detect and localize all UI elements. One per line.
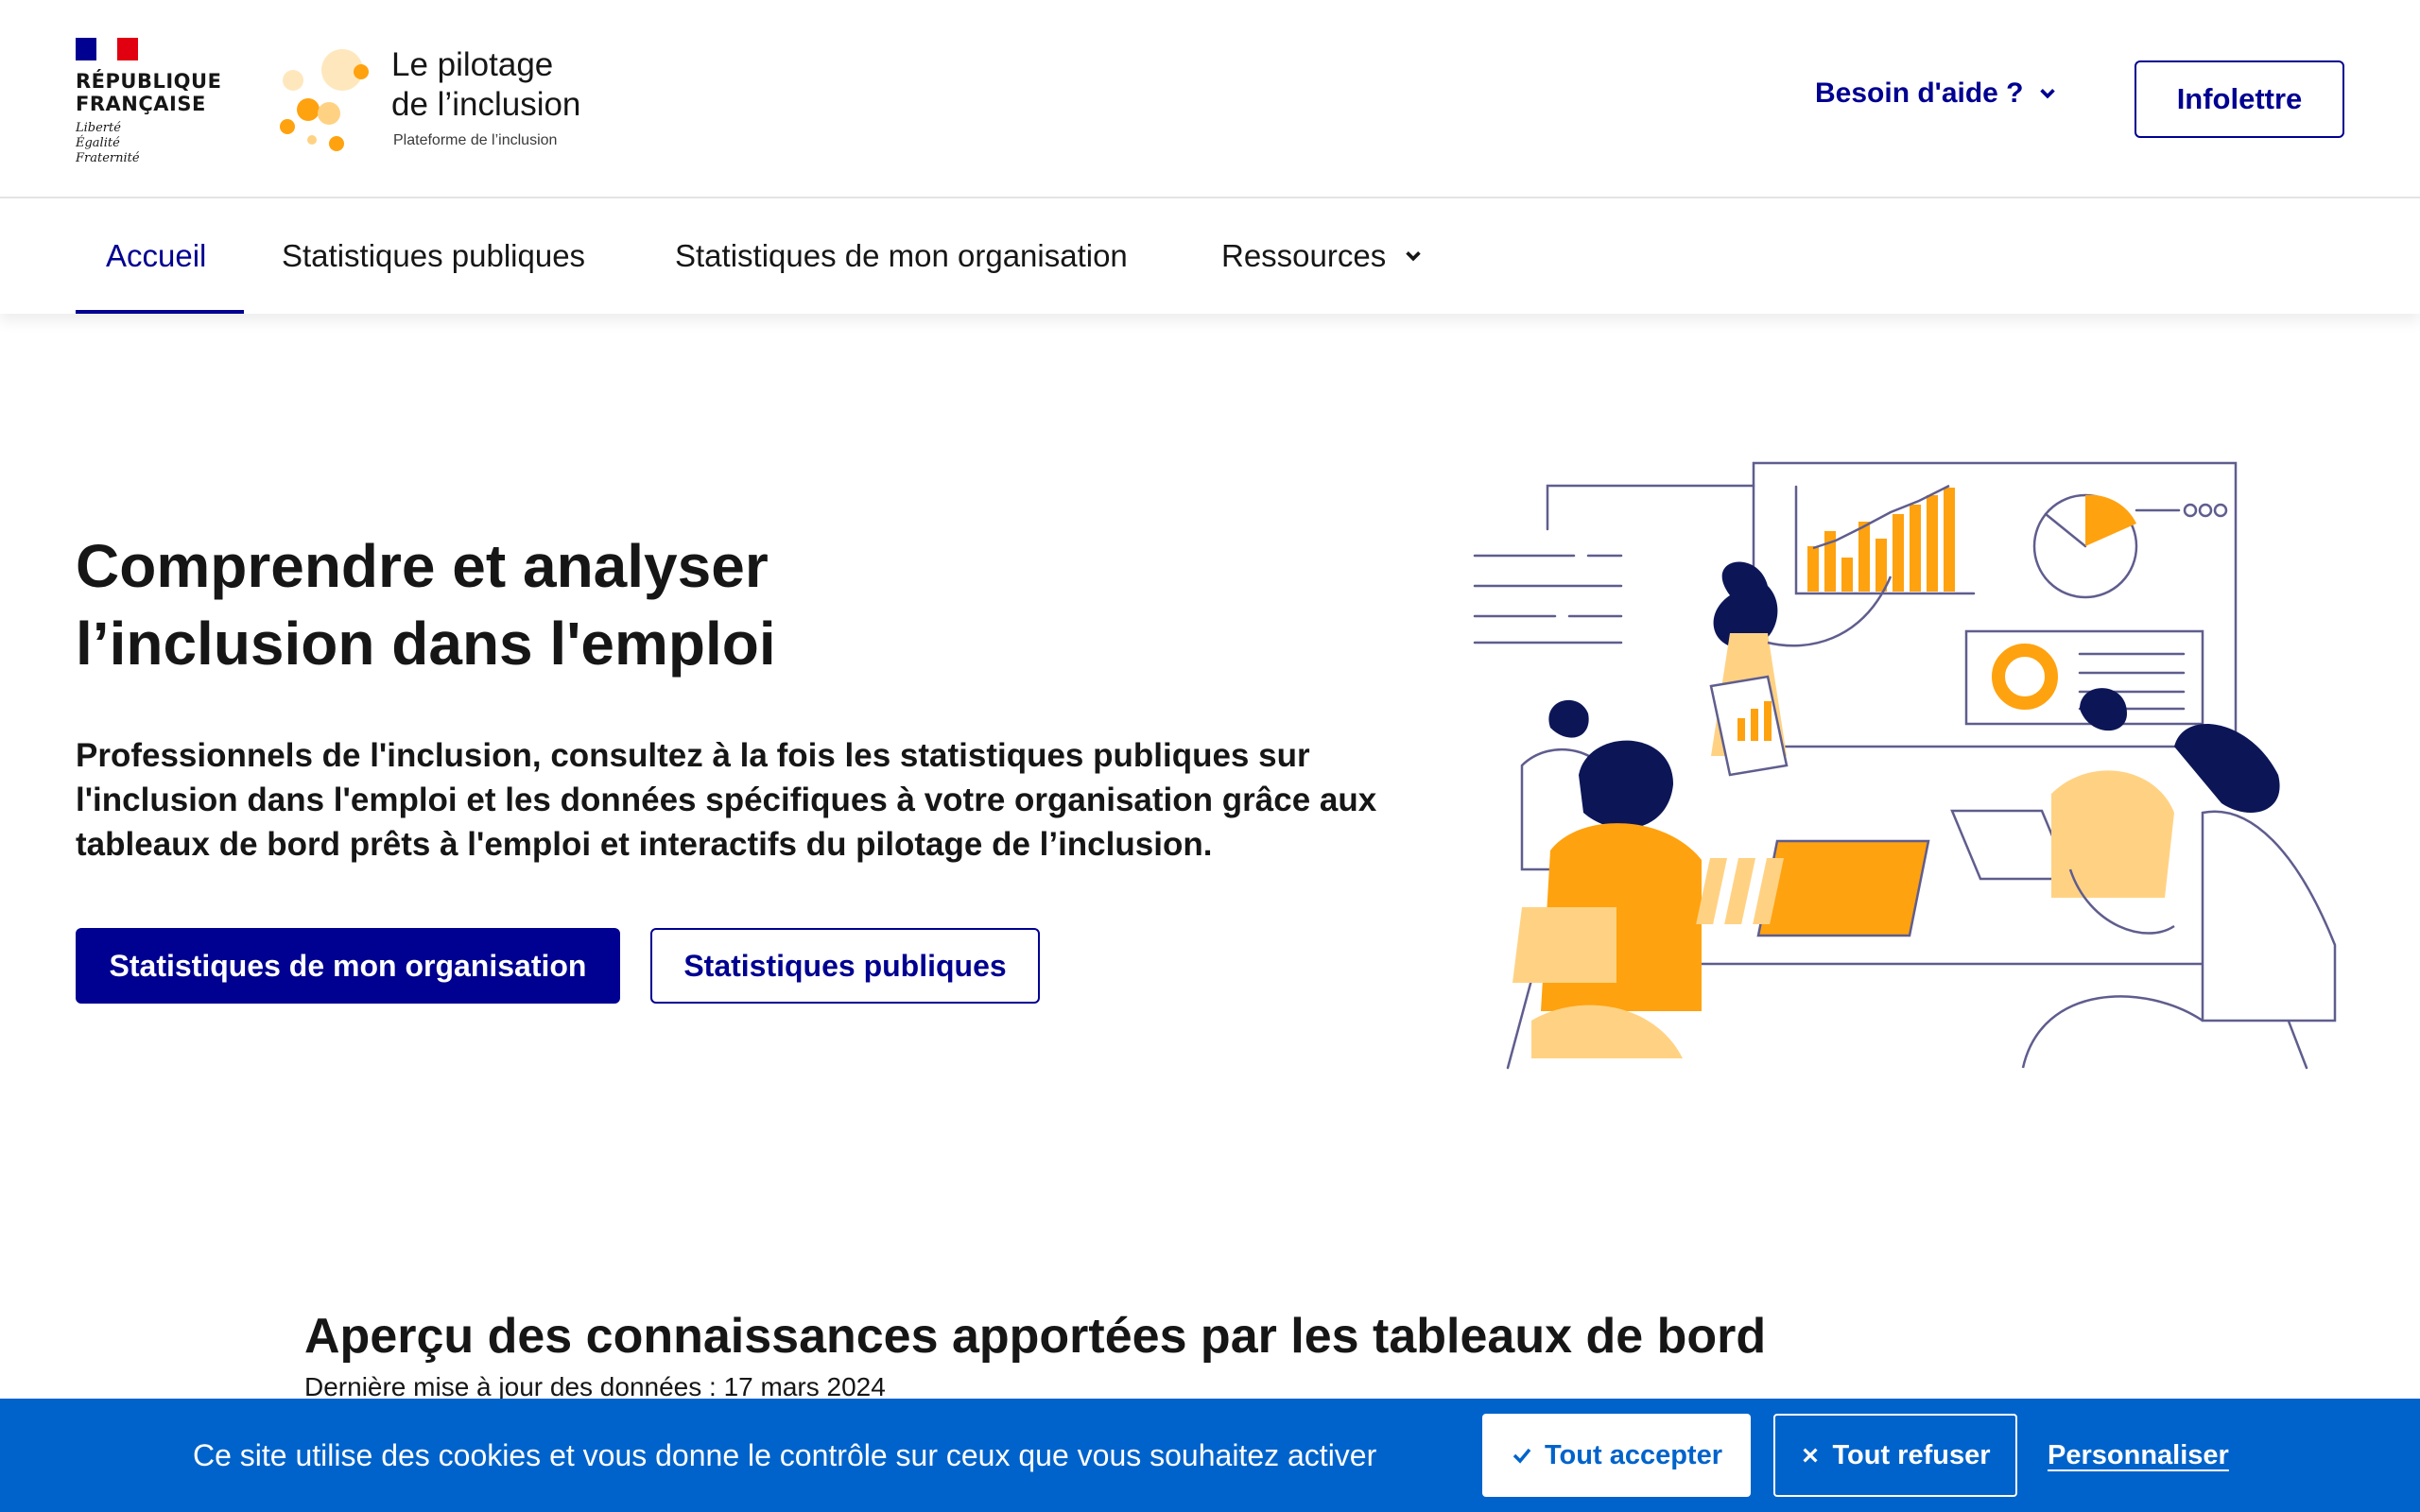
- hero-title: Comprendre et analyser l’inclusion dans …: [76, 527, 1021, 682]
- my-organisation-stats-button[interactable]: Statistiques de mon organisation: [76, 928, 620, 1004]
- hero-title-line-1: Comprendre et analyser: [76, 532, 769, 600]
- nav-item-accueil[interactable]: Accueil: [106, 198, 206, 314]
- site-header: RÉPUBLIQUE FRANÇAISE Liberté Égalité Fra…: [0, 0, 2420, 198]
- nav-item-statistiques-organisation[interactable]: Statistiques de mon organisation: [675, 198, 1128, 314]
- cookie-banner: Ce site utilise des cookies et vous donn…: [0, 1399, 2420, 1512]
- chevron-down-icon: [2039, 89, 2055, 99]
- help-menu-button[interactable]: Besoin d'aide ?: [1815, 77, 2058, 110]
- brand-title: Le pilotage de l’inclusion: [391, 46, 581, 123]
- refuse-all-label: Tout refuser: [1832, 1439, 1991, 1470]
- nav-item-statistiques-publiques[interactable]: Statistiques publiques: [282, 198, 585, 314]
- republic-name: RÉPUBLIQUE FRANÇAISE: [76, 70, 222, 115]
- accept-all-label: Tout accepter: [1544, 1439, 1722, 1470]
- hero-description: Professionnels de l'inclusion, consultez…: [76, 737, 1377, 863]
- close-icon: [1803, 1448, 1819, 1463]
- brand-subtitle: Plateforme de l’inclusion: [393, 132, 558, 148]
- check-icon: [1512, 1448, 1531, 1464]
- team-analytics-illustration: [1473, 461, 2337, 1070]
- nav-item-ressources[interactable]: Ressources: [1221, 198, 1424, 314]
- republique-francaise-logo[interactable]: RÉPUBLIQUE FRANÇAISE Liberté Égalité Fra…: [76, 38, 222, 166]
- chevron-down-icon: [1406, 251, 1421, 262]
- cookie-message: Ce site utilise des cookies et vous donn…: [193, 1437, 1377, 1472]
- republic-motto: Liberté Égalité Fraternité: [76, 121, 140, 165]
- section-title: Aperçu des connaissances apportées par l…: [304, 1309, 1767, 1364]
- brand-logo[interactable]: Le pilotage de l’inclusion Plateforme de…: [276, 45, 654, 159]
- refuse-all-cookies-button[interactable]: Tout refuser: [1773, 1414, 2017, 1497]
- help-label: Besoin d'aide ?: [1815, 77, 2024, 109]
- brand-dots-icon: [280, 49, 369, 151]
- public-stats-button[interactable]: Statistiques publiques: [650, 928, 1040, 1004]
- accept-all-cookies-button[interactable]: Tout accepter: [1482, 1414, 1751, 1497]
- customize-cookies-link[interactable]: Personnaliser: [2048, 1399, 2229, 1512]
- hero-title-line-2: l’inclusion dans l'emploi: [76, 610, 776, 678]
- main-navigation: Accueil Statistiques publiques Statistiq…: [0, 198, 2420, 314]
- french-flag-icon: [76, 38, 138, 60]
- nav-item-ressources-label: Ressources: [1221, 238, 1387, 273]
- newsletter-button[interactable]: Infolettre: [2135, 60, 2344, 138]
- nav-active-indicator: [76, 310, 244, 314]
